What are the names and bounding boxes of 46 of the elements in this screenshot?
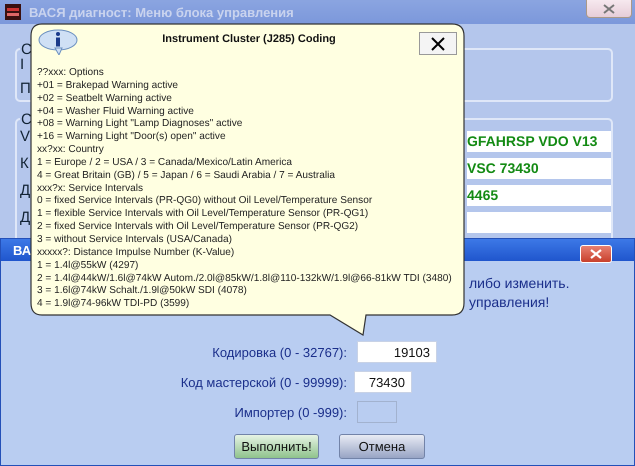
tooltip-line: 2 = 1.4l@44kW/1.6l@74kW Autom./2.0l@85kW/1.8l@110-132kW/1.9l@66-81kW TDI (3480) xyxy=(37,272,452,286)
tooltip-line: +01 = Brakepad Warning active xyxy=(37,80,178,93)
tooltip-line: 1 = 1.4l@55kW (4297) xyxy=(37,260,138,272)
field-label: Д xyxy=(20,209,30,227)
input-field[interactable]: 73430 xyxy=(354,371,412,393)
field-label: П xyxy=(20,80,31,98)
dialog-title: ВА xyxy=(13,242,32,258)
tooltip-line: xxx?x: Service Intervals xyxy=(37,182,144,196)
tooltip-line: xx?xx: Country xyxy=(37,144,104,157)
tooltip-line: +16 = Warning Light "Door(s) open" active xyxy=(37,131,226,144)
info-field: 4465 xyxy=(467,185,611,206)
info-field: VSC 73430 xyxy=(467,158,611,179)
field-label: К xyxy=(20,155,29,173)
tooltip-line: 4 = Great Britain (GB) / 5 = Japan / 6 = Saudi Arabia / 7 = Australia xyxy=(37,170,335,183)
field-label: Код мастерской (0 - 99999): xyxy=(180,374,347,390)
tooltip-line: 3 = 1.6l@74kW Schalt./1.9l@50kW SDI (4078) xyxy=(37,285,247,298)
close-icon xyxy=(590,249,602,259)
tooltip-line: ??xxx: Options xyxy=(37,67,104,80)
tooltip-line: +04 = Washer Fluid Warning active xyxy=(37,106,194,118)
tooltip-line: 4 = 1.9l@74-96kW TDI-PD (3599) xyxy=(37,298,190,312)
tooltip-line: +02 = Seatbelt Warning active xyxy=(37,92,172,106)
tooltip-line: 0 = fixed Service Intervals (PR-QG0) without Oil Level/Temperature Sensor xyxy=(37,195,372,208)
field-label: I xyxy=(20,56,24,74)
field-label: Д xyxy=(20,182,30,200)
info-icon xyxy=(37,29,79,55)
app-icon xyxy=(5,4,21,20)
run-button[interactable]: Выполнить! xyxy=(234,434,319,459)
field-label: Импортер (0 -999): xyxy=(233,404,347,420)
tooltip-line: 1 = flexible Service Intervals with Oil Level/Temperature Sensor (PR-QG1) xyxy=(37,208,368,222)
field-label: V xyxy=(20,128,30,146)
window-title: ВАСЯ диагност: Меню блока управления xyxy=(29,4,295,20)
close-icon xyxy=(430,36,446,50)
input-field[interactable]: 19103 xyxy=(357,341,437,363)
tooltip-line: 3 = without Service Intervals (USA/Canada) xyxy=(37,234,232,247)
cancel-button[interactable]: Отмена xyxy=(339,434,425,459)
tooltip-line: +08 = Warning Light "Lamp Diagnoses" active xyxy=(37,118,242,132)
message-text: либо изменить. xyxy=(469,275,570,291)
tooltip-line: 2 = fixed Service Intervals with Oil Level/Temperature Sensor (PR-QG2) xyxy=(37,221,358,234)
info-field: GFAHRSP VDO V13 xyxy=(467,131,611,152)
field-label: Кодировка (0 - 32767): xyxy=(211,344,347,360)
tooltip-line: 1 = Europe / 2 = USA / 3 = Canada/Mexico/Latin America xyxy=(37,156,292,170)
tooltip-line: xxxxx?: Distance Impulse Number (K-Value) xyxy=(37,246,234,260)
close-icon xyxy=(603,4,615,14)
close-button[interactable] xyxy=(419,32,457,55)
tooltip-title: Instrument Cluster (J285) Coding xyxy=(161,33,337,45)
message-text: управления! xyxy=(469,294,550,310)
